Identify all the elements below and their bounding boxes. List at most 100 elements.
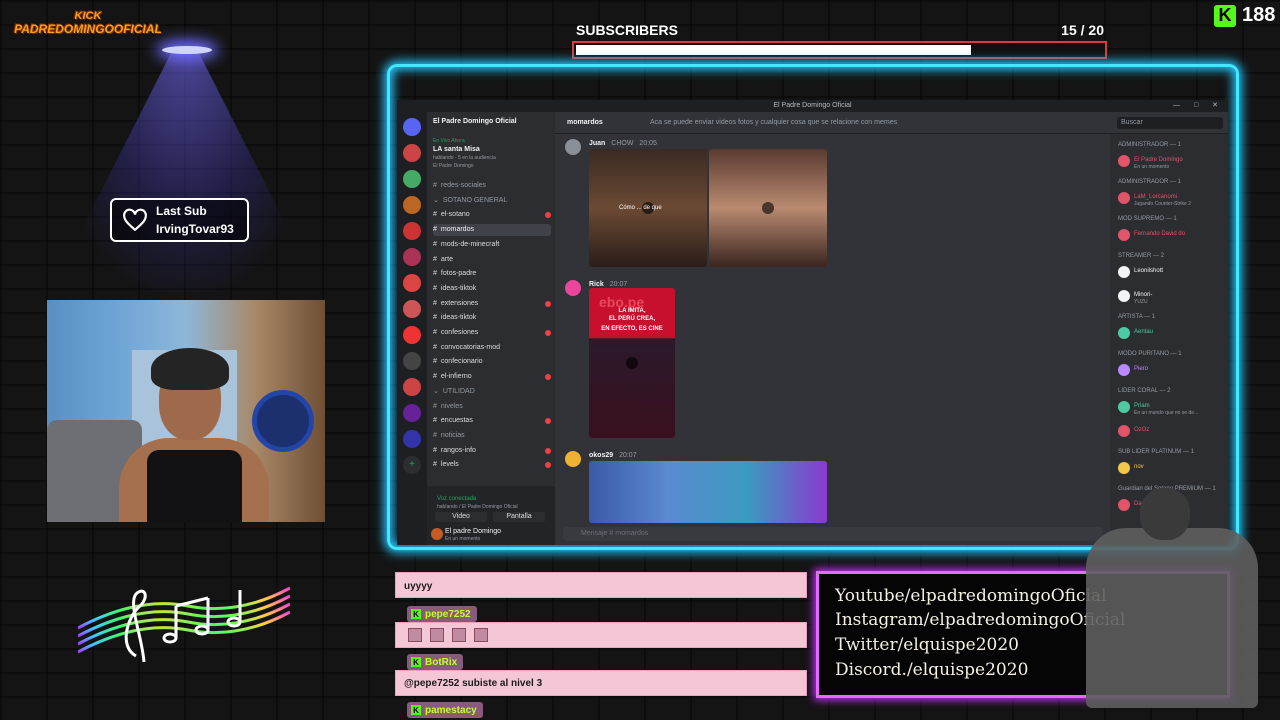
server-icon[interactable] <box>403 144 421 162</box>
add-server-icon[interactable]: + <box>403 456 421 474</box>
channel-item[interactable]: # redes-sociales <box>433 180 486 192</box>
hash-icon: # <box>433 402 437 410</box>
channel-item[interactable]: # el-infierno <box>433 371 551 383</box>
emote-icon <box>452 628 466 642</box>
kick-channel-title: KICK PADREDOMINGOOFICIAL <box>8 10 168 36</box>
channel-item[interactable]: # levels <box>433 459 551 471</box>
channel-item[interactable]: # arte <box>433 254 453 266</box>
video-button[interactable]: Video <box>435 512 487 522</box>
channel-item[interactable]: # extensiones <box>433 298 551 310</box>
avatar <box>1118 401 1130 413</box>
server-icon[interactable] <box>403 196 421 214</box>
server-icon[interactable] <box>403 118 421 136</box>
member-role-header: MOD SUPREMO — 1 <box>1118 216 1177 222</box>
member-name: Piero <box>1134 366 1149 372</box>
channel-item[interactable]: # el-sotano <box>433 209 551 221</box>
avatar <box>1118 155 1130 167</box>
hash-icon: # <box>433 343 437 351</box>
channel-item[interactable]: # niveles <box>433 401 463 413</box>
server-icon[interactable] <box>403 300 421 318</box>
video-caption: Cómo ... de que <box>619 205 662 211</box>
channel-item[interactable]: # confecionario <box>433 356 483 368</box>
channel-item[interactable]: # rangos-info <box>433 445 551 457</box>
channel-name: encuestas <box>440 417 473 425</box>
member-activity: En un momento <box>1134 164 1170 170</box>
message-time: 20:07 <box>609 281 628 288</box>
unread-badge <box>545 462 551 469</box>
channel-name: levels <box>440 461 459 469</box>
social-link-youtube: Youtube/elpadredomingoOficial <box>835 586 1107 606</box>
server-icon[interactable] <box>403 326 421 344</box>
avatar <box>565 280 581 296</box>
channel-item[interactable]: # noticias <box>433 430 465 442</box>
member-activity: En un mundo que no se de... <box>1134 410 1199 416</box>
video-attachment[interactable] <box>709 149 827 267</box>
server-icon[interactable] <box>403 378 421 396</box>
play-icon[interactable] <box>762 202 774 214</box>
kick-follower-counter: K 188 <box>1214 4 1275 27</box>
subscribers-progress-fill <box>576 45 971 55</box>
message-input[interactable]: Mensaje # momardos <box>563 527 1103 541</box>
avatar[interactable] <box>431 528 443 540</box>
chevron-down-icon: ⌄ <box>433 196 439 204</box>
server-name[interactable]: El Padre Domingo Oficial <box>433 118 517 125</box>
server-list: + <box>397 112 427 545</box>
kick-badge-icon: K <box>411 657 421 667</box>
channel-category[interactable]: ⌄ UTILIDAD <box>433 386 475 398</box>
hash-icon: # <box>433 358 437 366</box>
server-icon[interactable] <box>403 352 421 370</box>
hash-icon: # <box>433 329 437 336</box>
chat-username: pepe7252 <box>425 608 471 620</box>
chat-text: uyyyy <box>404 581 433 592</box>
chat-text: @pepe7252 subiste al nivel 3 <box>404 678 543 689</box>
channel-item[interactable]: # encuestas <box>433 415 551 427</box>
member-role-header: SUB LIDER PLATINUM — 1 <box>1118 449 1194 455</box>
video-attachment[interactable]: Cómo ... de que <box>589 149 707 267</box>
social-link-instagram: Instagram/elpadredomingoOficial <box>835 610 1126 630</box>
hash-icon: # <box>433 431 437 439</box>
channel-item[interactable]: # confesiones <box>433 327 551 339</box>
streamer-hair <box>151 348 229 390</box>
avatar <box>1118 499 1130 511</box>
screen-share-button[interactable]: Pantalla <box>493 512 545 522</box>
channel-name: arte <box>440 255 453 263</box>
emote-icon <box>474 628 488 642</box>
channel-title: momardos <box>567 119 603 126</box>
channel-name: niveles <box>440 402 463 410</box>
video-attachment[interactable]: ebo.pe LA IMITA, EL PERÚ CREA, EN EFECTO… <box>589 288 675 438</box>
server-icon[interactable] <box>403 222 421 240</box>
chat-username-tag: K BotRix <box>407 654 464 670</box>
channel-item[interactable]: # ideas-tiktok <box>433 283 476 295</box>
window-controls[interactable]: — □ ✕ <box>1173 100 1224 112</box>
member-role-header: ADMINISTRADOR — 1 <box>1118 142 1182 148</box>
message-author: okos29 20:07 <box>589 452 637 459</box>
unread-badge <box>545 300 551 307</box>
channel-name: confesiones <box>440 329 479 336</box>
server-icon[interactable] <box>403 430 421 448</box>
channel-item[interactable]: # ideas-tiktok <box>433 312 476 324</box>
server-icon[interactable] <box>403 404 421 422</box>
chat-username: pamestacy <box>425 704 477 716</box>
user-panel: El padre Domingo En un momento <box>427 524 555 545</box>
voice-status: Voz conectada <box>437 496 477 502</box>
channel-item[interactable]: # fotos-padre <box>433 268 476 280</box>
image-attachment[interactable] <box>589 461 827 523</box>
webcam-fan <box>252 390 314 452</box>
hash-icon: # <box>433 211 437 219</box>
member-name: Leonilshott <box>1134 268 1164 274</box>
hash-icon: # <box>433 314 437 322</box>
server-icon[interactable] <box>403 170 421 188</box>
channel-name: mods-de-minecraft <box>440 240 500 248</box>
channel-item[interactable]: # mods-de-minecraft <box>433 239 499 251</box>
play-icon[interactable] <box>626 357 638 369</box>
channel-category[interactable]: ⌄ SOTANO GENERAL <box>433 195 507 207</box>
user-name: El padre Domingo <box>445 528 502 535</box>
search-input[interactable]: Buscar <box>1117 117 1223 129</box>
channel-item[interactable]: # momardos <box>433 224 551 237</box>
live-event-box[interactable]: En Vivo Ahora LA santa Misa hablando · 5… <box>433 138 549 180</box>
channel-name: rangos-info <box>440 446 476 454</box>
server-icon[interactable] <box>403 248 421 266</box>
hash-icon: # <box>433 284 437 292</box>
channel-item[interactable]: # convocatorias-mod <box>433 342 500 354</box>
server-icon[interactable] <box>403 274 421 292</box>
